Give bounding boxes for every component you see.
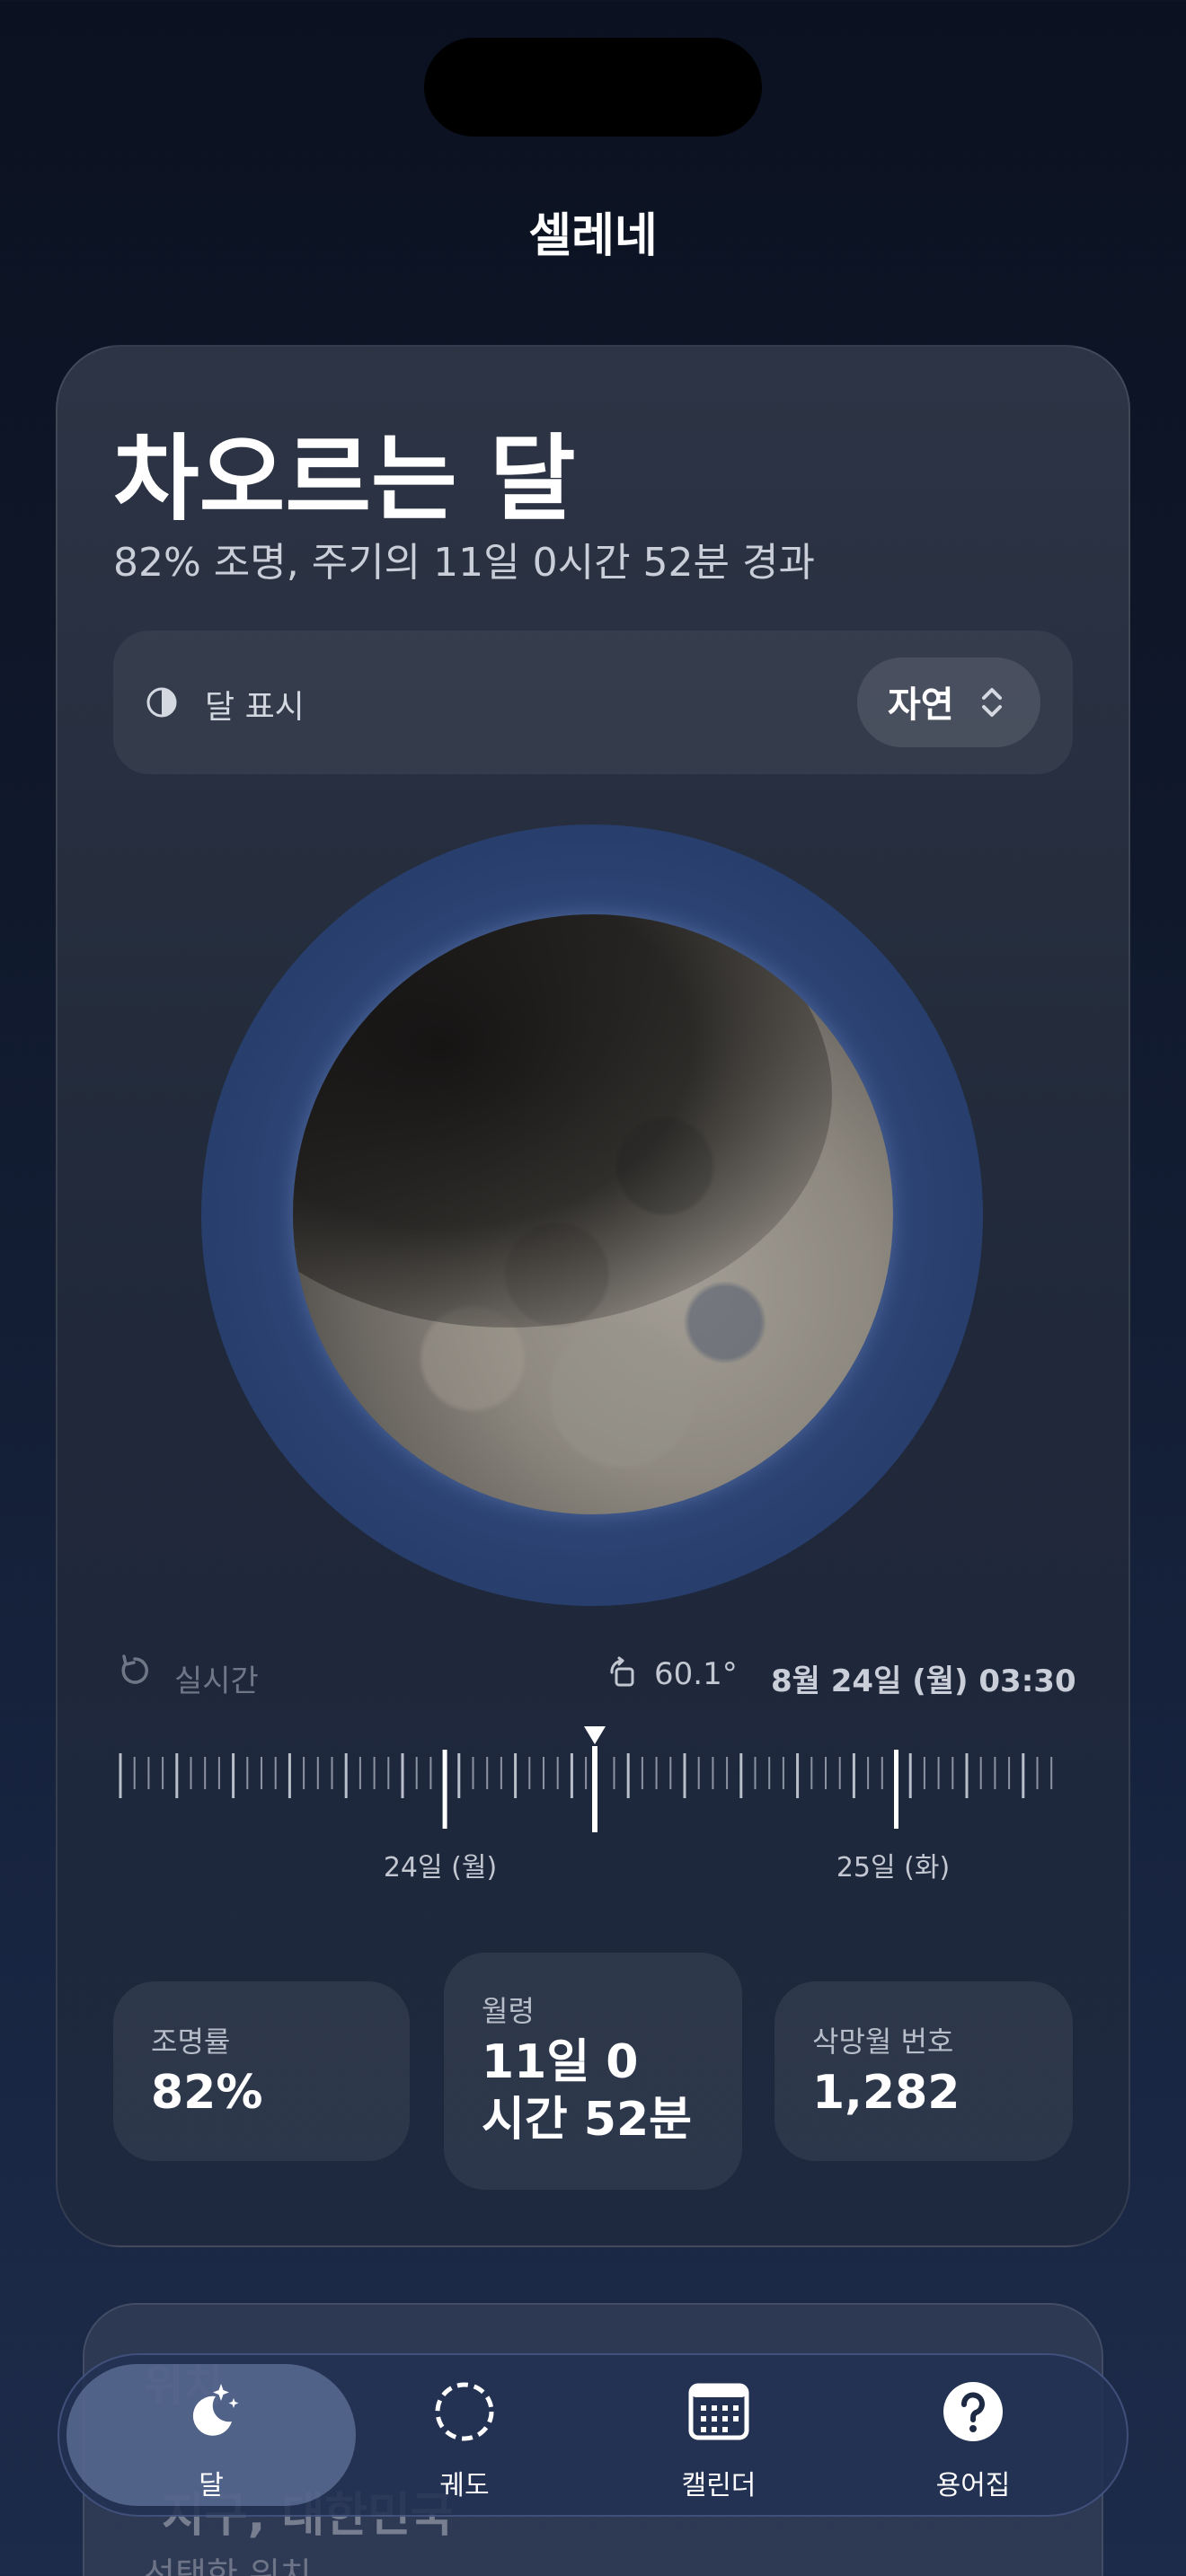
moon-age-value-line1: 11일 0 <box>482 2035 639 2089</box>
reset-live-icon[interactable] <box>117 1653 153 1689</box>
moon-image[interactable] <box>293 914 893 1514</box>
chevron-updown-icon[interactable] <box>979 683 1005 722</box>
moon-display-value[interactable]: 자연 <box>888 675 954 728</box>
tab-moon[interactable]: 달 <box>112 2371 310 2501</box>
moon-terminator-shadow <box>293 914 832 1328</box>
tab-orbit[interactable]: 궤도 <box>366 2371 563 2501</box>
live-button[interactable]: 실시간 <box>174 1656 259 1700</box>
moon-stars-icon <box>192 2384 239 2436</box>
half-circle-icon <box>146 687 177 718</box>
rotation-angle-icon <box>610 1656 634 1687</box>
tab-calendar[interactable]: 캘린더 <box>620 2371 818 2501</box>
question-icon <box>943 2382 1003 2441</box>
tab-moon-label: 달 <box>199 2470 224 2501</box>
tab-orbit-label: 궤도 <box>439 2470 490 2501</box>
phase-subtitle: 82% 조명, 주기의 11일 0시간 52분 경과 <box>113 540 815 586</box>
location-hint: 선택한 위치 <box>144 2555 312 2576</box>
moon-display-label: 달 표시 <box>205 689 305 726</box>
illumination-value: 82% <box>151 2066 263 2120</box>
tab-glossary-label: 용어집 <box>935 2470 1011 2501</box>
lunation-label: 삭망월 번호 <box>812 2025 954 2059</box>
timeline-day-label: 25일 (화) <box>836 1852 951 1883</box>
phase-name: 차오르는 달 <box>113 424 576 534</box>
moon-age-label: 월령 <box>482 1994 535 2028</box>
calendar-icon <box>688 2383 749 2440</box>
moon-age-value-line2: 시간 52분 <box>482 2093 692 2147</box>
time-scrubber[interactable] <box>113 1723 1073 1839</box>
timeline-cursor-marker <box>584 1726 606 1744</box>
app-title: 셀레네 <box>528 209 658 263</box>
dynamic-island <box>424 38 762 137</box>
tab-calendar-label: 캘린더 <box>681 2470 757 2501</box>
lunation-value: 1,282 <box>812 2066 960 2120</box>
tab-glossary[interactable]: 용어집 <box>874 2371 1072 2501</box>
timeline-day-label: 24일 (월) <box>383 1852 498 1883</box>
rotation-angle-value: 60.1° <box>654 1656 738 1692</box>
dashed-circle-icon <box>435 2382 494 2441</box>
selected-datetime: 8월 24일 (월) 03:30 <box>771 1663 1076 1699</box>
illumination-label: 조명률 <box>151 2025 231 2059</box>
